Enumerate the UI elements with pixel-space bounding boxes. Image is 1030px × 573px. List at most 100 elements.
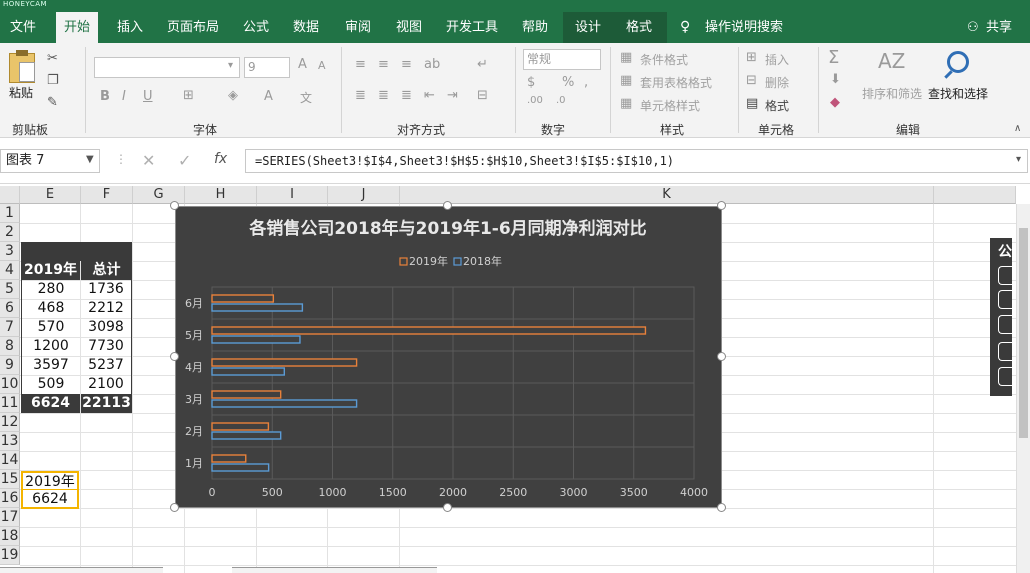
currency-icon[interactable]: $	[527, 75, 535, 90]
collapse-ribbon-icon[interactable]: ∧	[1014, 123, 1021, 134]
chart-title[interactable]: 各销售公司2018年与2019年1-6月同期净利润对比	[248, 218, 646, 239]
tab-help[interactable]: 帮助	[522, 12, 548, 43]
highlighted-cell-value[interactable]: 6624	[21, 490, 79, 509]
find-select-button[interactable]: 查找和选择	[928, 85, 988, 102]
slicer-item[interactable]	[998, 315, 1012, 334]
row-header[interactable]: 8	[0, 337, 20, 356]
row-header[interactable]: 15	[0, 470, 20, 489]
resize-handle[interactable]	[717, 352, 726, 361]
number-format-dropdown[interactable]: 常规	[523, 49, 601, 70]
scroll-thumb[interactable]	[1019, 228, 1028, 438]
wrap-text-icon[interactable]: ↵	[477, 57, 488, 72]
resize-handle[interactable]	[170, 503, 179, 512]
cut-icon[interactable]: ✂	[47, 51, 58, 66]
table-cell[interactable]: 1736	[81, 280, 132, 299]
copy-icon[interactable]: ❐	[47, 73, 59, 88]
align-left-icon[interactable]: ≣	[355, 88, 366, 103]
merge-center-icon[interactable]: ⊟	[477, 88, 488, 103]
sheet-tab-strip[interactable]	[0, 567, 163, 573]
row-header[interactable]: 3	[0, 242, 20, 261]
col-header-f[interactable]: F	[81, 186, 133, 204]
slicer-item[interactable]	[998, 342, 1012, 361]
table-cell[interactable]: 570	[21, 318, 80, 337]
phonetic-icon[interactable]: 文	[300, 89, 312, 106]
resize-handle[interactable]	[170, 352, 179, 361]
resize-handle[interactable]	[717, 201, 726, 210]
format-as-table-button[interactable]: 套用表格格式	[640, 74, 712, 91]
fill-icon[interactable]: ⬇	[830, 72, 841, 87]
chart-legend[interactable]: 2019年 2018年	[399, 254, 502, 268]
col-header-h[interactable]: H	[185, 186, 257, 204]
row-header[interactable]: 6	[0, 299, 20, 318]
orientation-icon[interactable]: ab	[424, 57, 440, 72]
indent-icon[interactable]: ⇤	[424, 88, 435, 103]
clear-icon[interactable]: ◆	[830, 95, 840, 110]
paste-button[interactable]: 粘贴	[9, 84, 33, 101]
share-button[interactable]: 共享	[986, 12, 1012, 43]
table-cell[interactable]: 3597	[21, 356, 80, 375]
underline-icon[interactable]: U	[143, 89, 153, 104]
row-header[interactable]: 10	[0, 375, 20, 394]
tab-view[interactable]: 视图	[396, 12, 422, 43]
tab-review[interactable]: 审阅	[345, 12, 371, 43]
row-header[interactable]: 16	[0, 489, 20, 508]
row-header[interactable]: 14	[0, 451, 20, 470]
side-panel[interactable]: 公	[990, 238, 1012, 396]
table-cell[interactable]: 2100	[81, 375, 132, 394]
tab-page-layout[interactable]: 页面布局	[167, 12, 219, 43]
align-right-icon[interactable]: ≣	[401, 88, 412, 103]
tab-developer[interactable]: 开发工具	[446, 12, 498, 43]
tab-home[interactable]: 开始	[56, 12, 99, 43]
row-header[interactable]: 13	[0, 432, 20, 451]
formula-input[interactable]: =SERIES(Sheet3!$I$4,Sheet3!$H$5:$H$10,Sh…	[245, 149, 1028, 173]
resize-handle[interactable]	[443, 503, 452, 512]
delete-cells-button[interactable]: 删除	[765, 74, 789, 91]
row-header[interactable]: 12	[0, 413, 20, 432]
resize-handle[interactable]	[717, 503, 726, 512]
conditional-format-button[interactable]: 条件格式	[640, 51, 688, 68]
table-total-sum[interactable]: 22113	[81, 394, 132, 413]
autosum-icon[interactable]: Σ	[828, 47, 839, 68]
sort-filter-button[interactable]: 排序和筛选	[862, 85, 922, 102]
align-middle-icon[interactable]: ≡	[378, 57, 389, 72]
chart-object[interactable]: 各销售公司2018年与2019年1-6月同期净利润对比 2019年 2018年 0…	[175, 206, 722, 508]
grow-font-icon[interactable]: A	[298, 57, 307, 72]
slicer-item[interactable]	[998, 367, 1012, 386]
tab-design[interactable]: 设计	[575, 12, 601, 43]
resize-handle[interactable]	[443, 201, 452, 210]
table-total-2019[interactable]: 6624	[21, 394, 80, 413]
col-header-l[interactable]	[934, 186, 1016, 204]
comma-icon[interactable]: ,	[584, 75, 588, 90]
tell-me-search[interactable]: 操作说明搜索	[705, 12, 783, 43]
tab-file[interactable]: 文件	[10, 12, 36, 43]
row-header[interactable]: 18	[0, 527, 20, 546]
table-cell[interactable]: 509	[21, 375, 80, 394]
table-cell[interactable]: 2212	[81, 299, 132, 318]
align-center-icon[interactable]: ≣	[378, 88, 389, 103]
vertical-scrollbar[interactable]	[1016, 204, 1030, 573]
row-header[interactable]: 7	[0, 318, 20, 337]
table-cell[interactable]: 7730	[81, 337, 132, 356]
format-cells-button[interactable]: 格式	[765, 97, 789, 114]
paste-icon[interactable]	[9, 50, 35, 83]
col-header-k[interactable]: K	[400, 186, 934, 204]
select-all-corner[interactable]	[0, 186, 20, 204]
chart-plot-area[interactable]: 0 500 1000 1500 2000 2500 3000 3500 4000 1月 2月 3月 4月…	[185, 286, 708, 499]
align-top-icon[interactable]: ≡	[355, 57, 366, 72]
align-bottom-icon[interactable]: ≡	[401, 57, 412, 72]
table-header-2019[interactable]: 2019年	[21, 261, 80, 280]
insert-cells-button[interactable]: 插入	[765, 51, 789, 68]
row-header[interactable]: 11	[0, 394, 20, 413]
table-header-total[interactable]: 总计	[81, 261, 132, 280]
table-cell[interactable]: 1200	[21, 337, 80, 356]
table-cell[interactable]: 3098	[81, 318, 132, 337]
slicer-item[interactable]	[998, 266, 1012, 285]
row-header[interactable]: 4	[0, 261, 20, 280]
fill-color-icon[interactable]: ◈	[228, 88, 238, 103]
col-header-j[interactable]: J	[328, 186, 400, 204]
col-header-e[interactable]: E	[20, 186, 81, 204]
percent-icon[interactable]: %	[562, 75, 574, 90]
tab-format[interactable]: 格式	[626, 12, 652, 43]
row-header[interactable]: 2	[0, 223, 20, 242]
tab-data[interactable]: 数据	[293, 12, 319, 43]
